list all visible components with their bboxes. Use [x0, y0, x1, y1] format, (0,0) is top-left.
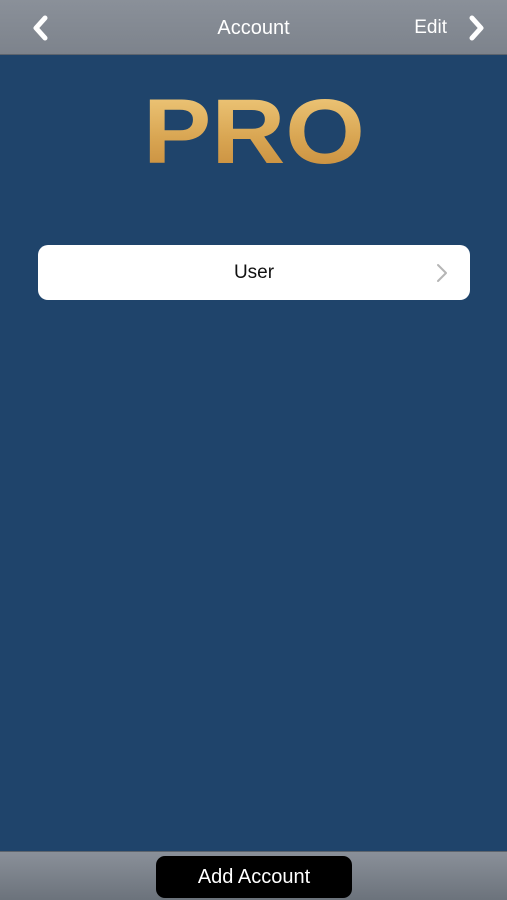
edit-button-label: Edit — [414, 17, 447, 38]
navigation-bar: Account Edit — [0, 0, 507, 55]
chevron-right-icon — [469, 15, 484, 41]
pro-logo: PRO — [0, 78, 507, 178]
account-name: User — [233, 262, 275, 283]
edit-button[interactable]: Edit — [414, 8, 485, 48]
bottom-toolbar: Add Account — [0, 851, 507, 900]
account-row-user[interactable]: User — [38, 245, 470, 300]
logo-text: PRO — [143, 83, 365, 173]
add-account-button[interactable]: Add Account — [156, 856, 352, 898]
back-button[interactable] — [22, 11, 58, 45]
chevron-right-icon — [437, 264, 447, 282]
chevron-left-icon — [33, 15, 48, 41]
